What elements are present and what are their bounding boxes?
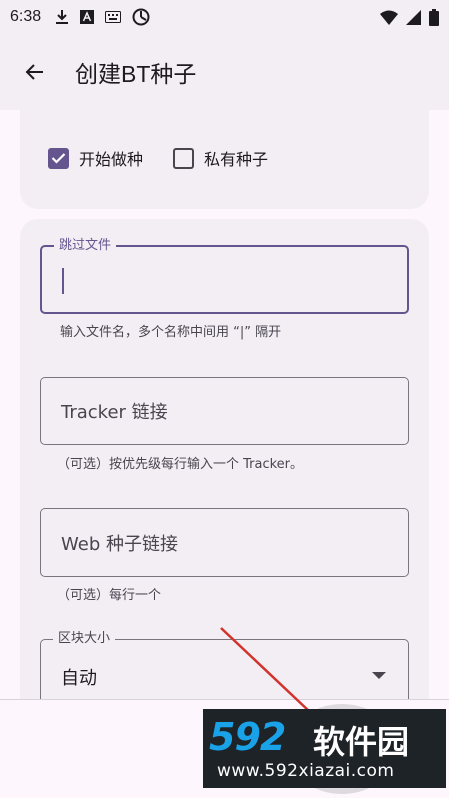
status-time: 6:38 — [10, 8, 42, 25]
watermark-logo: 592 — [209, 715, 286, 759]
keyboard-icon — [105, 11, 122, 23]
a-box-icon — [80, 10, 95, 24]
piece-size-value: 自动 — [61, 668, 97, 689]
wifi-icon — [380, 10, 398, 25]
options-row: 开始做种 私有种子 — [48, 146, 268, 170]
checkbox-unchecked-icon — [173, 147, 195, 169]
text-cursor — [62, 268, 64, 294]
page-title: 创建BT种子 — [75, 61, 197, 87]
start-seeding-label: 开始做种 — [79, 150, 144, 169]
private-torrent-checkbox[interactable]: 私有种子 — [173, 146, 268, 170]
checkbox-checked-icon — [48, 147, 69, 169]
data-saver-icon — [132, 8, 150, 26]
download-icon — [56, 10, 69, 24]
web-seed-placeholder: Web 种子链接 — [61, 533, 178, 555]
dropdown-arrow-icon — [372, 672, 386, 679]
private-torrent-label: 私有种子 — [204, 150, 269, 169]
status-icons-left — [55, 8, 150, 26]
tracker-field[interactable]: Tracker 链接 — [40, 377, 409, 445]
skip-files-label: 跳过文件 — [54, 238, 117, 254]
signal-icon — [406, 9, 421, 25]
piece-size-label: 区块大小 — [53, 631, 116, 647]
skip-files-field[interactable]: 跳过文件 — [40, 238, 409, 314]
skip-files-helper: 输入文件名，多个名称中间用 “|” 隔开 — [60, 325, 282, 340]
status-bar: 6:38 — [0, 0, 449, 34]
watermark-url: www.592xiazai.com — [217, 761, 395, 781]
watermark-brand: 软件园 — [313, 723, 410, 761]
tracker-helper: （可选）按优先级每行输入一个 Tracker。 — [57, 457, 304, 472]
arrow-back-icon — [25, 64, 43, 80]
tracker-placeholder: Tracker 链接 — [61, 402, 168, 423]
back-button[interactable] — [11, 48, 59, 96]
web-seed-field[interactable]: Web 种子链接 — [40, 508, 409, 577]
watermark: 592 软件园 www.592xiazai.com — [203, 709, 446, 788]
web-seed-helper: （可选）每行一个 — [57, 588, 162, 603]
battery-icon — [429, 8, 439, 26]
status-icons-right — [380, 8, 439, 26]
start-seeding-checkbox[interactable]: 开始做种 — [48, 146, 143, 170]
